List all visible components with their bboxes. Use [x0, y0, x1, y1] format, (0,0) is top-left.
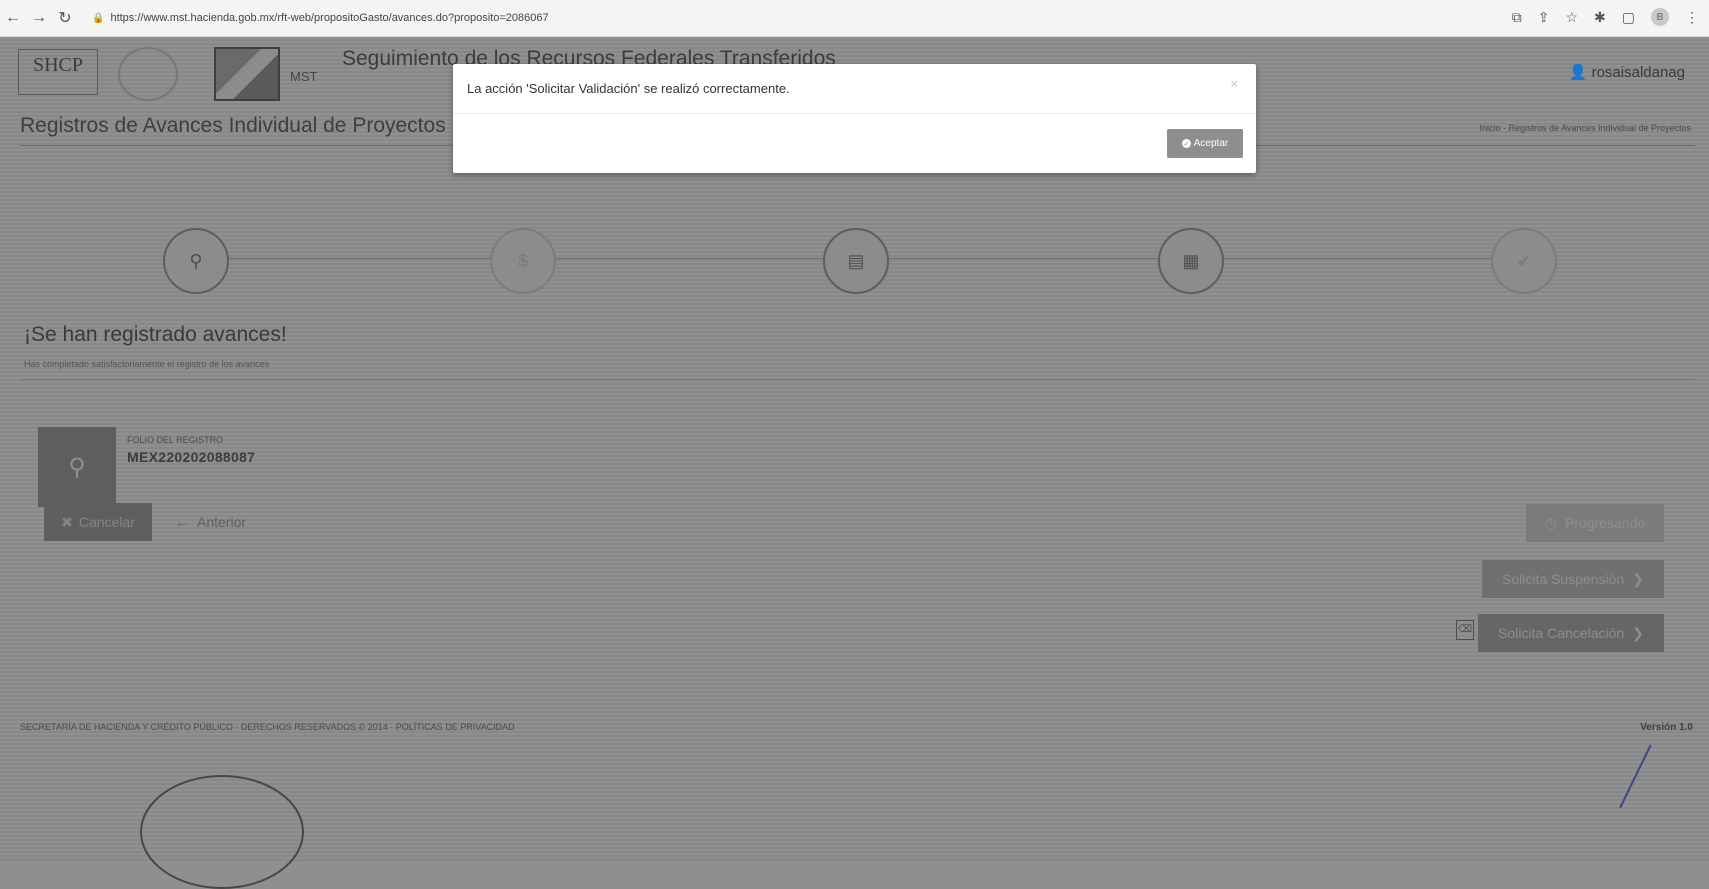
step-document: ▤ [823, 228, 889, 294]
extensions-icon[interactable]: ✱ [1594, 9, 1606, 26]
mst-logo [214, 47, 280, 101]
footer-text: SECRETARÍA DE HACIENDA Y CRÉDITO PÚBLICO… [20, 722, 515, 732]
modal-message: La acción 'Solicitar Validación' se real… [467, 81, 790, 96]
step-done: ✔ [1491, 228, 1557, 294]
previous-link-label: Anterior [197, 514, 247, 530]
request-suspension-label: Solicita Suspensión [1502, 571, 1625, 587]
ok-circle-icon: ✓ [1181, 139, 1191, 148]
shcp-logo: SHCP [18, 49, 98, 95]
cancel-button-label: Cancelar [78, 514, 135, 530]
confirmation-modal: La acción 'Solicitar Validación' se real… [453, 64, 1256, 173]
address-bar[interactable]: 🔒 https://www.mst.hacienda.gob.mx/rft-we… [92, 12, 549, 24]
map-marker-icon: ⚲ [189, 250, 203, 271]
menu-dots-icon[interactable]: ⋮ [1685, 9, 1699, 26]
government-seal-logo [118, 47, 178, 101]
forward-icon[interactable]: → [26, 9, 52, 27]
version-label: Versión 1.0 [1640, 722, 1693, 733]
username: rosaisaldanag [1591, 64, 1685, 81]
profile-avatar[interactable]: B [1651, 8, 1669, 26]
request-cancellation-button[interactable]: Solicita Cancelación ❯ [1478, 614, 1664, 652]
mst-label: MST [290, 69, 318, 84]
accept-button-label: Aceptar [1193, 138, 1229, 149]
progress-button-label: Progresando [1565, 515, 1646, 531]
signature-mark [1619, 744, 1652, 809]
progress-button[interactable]: ◷ Progresando [1526, 504, 1664, 542]
url-text: https://www.mst.hacienda.gob.mx/rft-web/… [110, 12, 549, 24]
previous-link[interactable]: ← Anterior [175, 514, 246, 530]
folio-value: MEX220202088087 [127, 449, 256, 465]
success-subtitle: Has completado satisfactoriamente el reg… [24, 359, 270, 369]
success-title: ¡Se han registrado avances! [24, 323, 287, 346]
file-chart-icon: ▦ [1182, 250, 1200, 271]
back-icon[interactable]: ← [0, 9, 26, 27]
lock-icon: 🔒 [92, 12, 105, 24]
user-menu[interactable]: 👤 rosaisaldanag [1569, 63, 1685, 81]
trash-icon: ⌫ [1456, 620, 1474, 640]
cancel-button[interactable]: ✖ Cancelar [44, 503, 152, 541]
modal-divider [453, 113, 1256, 114]
translate-icon[interactable]: ⧉ [1512, 9, 1522, 26]
accept-button[interactable]: ✓ Aceptar [1167, 129, 1243, 158]
close-icon[interactable]: × [1230, 76, 1238, 91]
clock-icon: ◷ [1544, 514, 1558, 531]
window-icon[interactable]: ▢ [1622, 9, 1635, 26]
share-icon[interactable]: ⇪ [1538, 9, 1550, 26]
browser-toolbar: ← → ↻ 🔒 https://www.mst.hacienda.gob.mx/… [0, 0, 1709, 37]
document-icon: ▤ [847, 250, 865, 271]
divider [20, 379, 1695, 380]
chevron-right-icon: ❯ [1632, 570, 1644, 587]
step-report: ▦ [1158, 228, 1224, 294]
arrow-left-icon: ← [175, 514, 189, 530]
official-stamp [140, 775, 304, 889]
reload-icon[interactable]: ↻ [52, 8, 78, 28]
breadcrumb[interactable]: Inicio · Registros de Avances Individual… [1480, 123, 1691, 133]
close-icon: ✖ [61, 513, 73, 530]
folio-icon-box: ⚲ [38, 427, 116, 507]
request-suspension-button[interactable]: Solicita Suspensión ❯ [1482, 560, 1664, 598]
step-budget: $ [490, 228, 556, 294]
page-title: Registros de Avances Individual de Proye… [20, 114, 446, 137]
folio-label: FOLIO DEL REGISTRO [127, 435, 224, 445]
bookmark-star-icon[interactable]: ☆ [1565, 9, 1578, 26]
map-marker-icon: ⚲ [68, 453, 86, 481]
step-location: ⚲ [163, 228, 229, 294]
user-icon: 👤 [1568, 64, 1588, 81]
dollar-icon: $ [517, 250, 528, 271]
request-cancellation-label: Solicita Cancelación [1498, 625, 1625, 641]
check-icon: ✔ [1516, 250, 1532, 271]
chevron-right-icon: ❯ [1632, 624, 1644, 641]
